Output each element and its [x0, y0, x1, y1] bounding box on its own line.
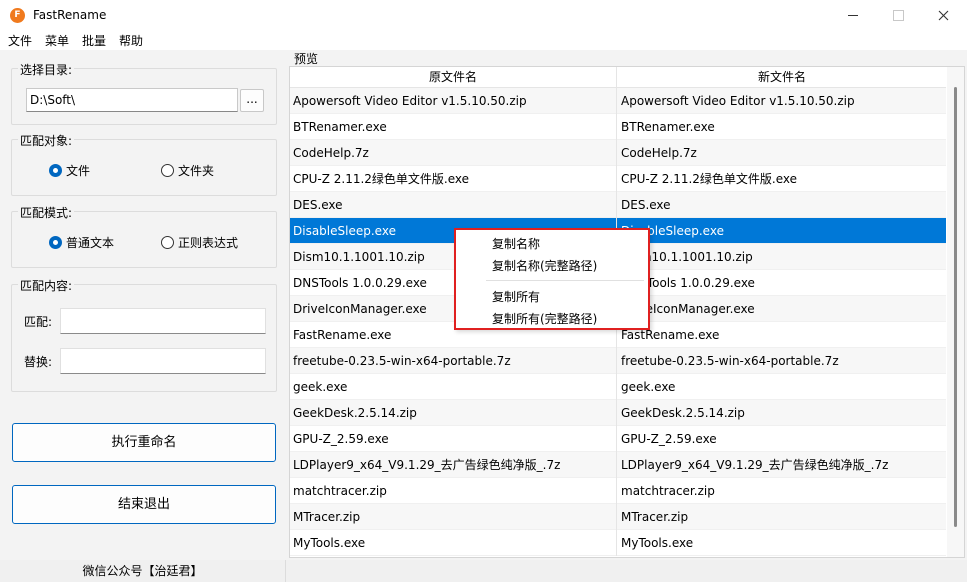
- replace-label: 替换:: [24, 355, 53, 369]
- table-row[interactable]: matchtracer.zip matchtracer.zip: [290, 478, 946, 504]
- ctx-copy-all[interactable]: 复制所有: [492, 288, 540, 305]
- cell-original-name: LDPlayer9_x64_V9.1.29_去广告绿色纯净版_.7z: [290, 452, 617, 478]
- radio-plain-text[interactable]: 普通文本: [49, 234, 114, 251]
- table-row[interactable]: MTracer.zip MTracer.zip: [290, 504, 946, 530]
- radio-folder[interactable]: 文件夹: [161, 162, 214, 179]
- table-row[interactable]: GPU-Z_2.59.exe GPU-Z_2.59.exe: [290, 426, 946, 452]
- close-button[interactable]: [920, 0, 966, 31]
- radio-file[interactable]: 文件: [49, 162, 90, 179]
- radio-regex-dot[interactable]: [161, 236, 174, 249]
- menu-bar: 文件 菜单 批量 帮助: [0, 31, 967, 50]
- radio-file-dot[interactable]: [49, 164, 62, 177]
- table-row[interactable]: BTRenamer.exe BTRenamer.exe: [290, 114, 946, 140]
- ctx-separator: [486, 280, 644, 281]
- radio-regex-label: 正则表达式: [178, 236, 239, 250]
- directory-group: 选择目录: D:\Soft\ ...: [11, 61, 277, 125]
- match-content-title: 匹配内容:: [18, 277, 75, 294]
- cell-new-name: freetube-0.23.5-win-x64-portable.7z: [621, 354, 839, 368]
- radio-regex[interactable]: 正则表达式: [161, 234, 238, 251]
- radio-folder-dot[interactable]: [161, 164, 174, 177]
- window-title: FastRename: [33, 8, 107, 22]
- table-row[interactable]: LDPlayer9_x64_V9.1.29_去广告绿色纯净版_.7z LDPlay…: [290, 452, 946, 478]
- cell-original-name: GeekDesk.2.5.14.zip: [290, 400, 617, 426]
- cell-original-name: Apowersoft Video Editor v1.5.10.50.zip: [290, 88, 617, 114]
- table-row[interactable]: Apowersoft Video Editor v1.5.10.50.zip Ap…: [290, 88, 946, 114]
- radio-plain-text-dot[interactable]: [49, 236, 62, 249]
- directory-group-title: 选择目录:: [18, 61, 75, 78]
- table-header: 原文件名 新文件名: [290, 67, 946, 88]
- cell-new-name: CodeHelp.7z: [621, 146, 697, 160]
- preview-label: 预览: [294, 52, 319, 66]
- cell-original-name: DES.exe: [290, 192, 617, 218]
- match-label: 匹配:: [24, 315, 53, 329]
- ctx-copy-name-full-path[interactable]: 复制名称(完整路径): [492, 257, 597, 274]
- directory-input[interactable]: D:\Soft\: [26, 88, 238, 112]
- cell-original-name: CodeHelp.7z: [290, 140, 617, 166]
- cell-new-name: DisableSleep.exe: [621, 224, 724, 238]
- replace-input[interactable]: [60, 348, 266, 374]
- cell-new-name: DNSTools 1.0.0.29.exe: [621, 276, 755, 290]
- radio-plain-text-label: 普通文本: [66, 236, 115, 250]
- cell-new-name: FastRename.exe: [621, 328, 720, 342]
- cell-new-name: Apowersoft Video Editor v1.5.10.50.zip: [621, 94, 855, 108]
- ctx-copy-all-full-path[interactable]: 复制所有(完整路径): [492, 310, 597, 327]
- cell-original-name: freetube-0.23.5-win-x64-portable.7z: [290, 348, 617, 374]
- cell-original-name: BTRenamer.exe: [290, 114, 617, 140]
- table-row[interactable]: GeekDesk.2.5.14.zip GeekDesk.2.5.14.zip: [290, 400, 946, 426]
- rename-button[interactable]: 执行重命名: [12, 423, 276, 462]
- minimize-button[interactable]: [830, 0, 876, 31]
- radio-file-label: 文件: [66, 164, 91, 178]
- status-bar: 微信公众号【治廷君】: [0, 560, 967, 582]
- context-menu: 复制名称 复制名称(完整路径) 复制所有 复制所有(完整路径): [454, 228, 650, 330]
- cell-new-name: geek.exe: [621, 380, 676, 394]
- cell-original-name: MTracer.zip: [290, 504, 617, 530]
- radio-folder-label: 文件夹: [178, 164, 215, 178]
- cell-new-name: CPU-Z 2.11.2绿色单文件版.exe: [621, 172, 798, 186]
- cell-original-name: CPU-Z 2.11.2绿色单文件版.exe: [290, 166, 617, 192]
- scrollbar-thumb[interactable]: [954, 87, 957, 527]
- match-target-group: 匹配对象: 文件 文件夹: [11, 132, 277, 196]
- cell-new-name: BTRenamer.exe: [621, 120, 715, 134]
- vertical-scrollbar[interactable]: [947, 67, 964, 557]
- cell-new-name: GPU-Z_2.59.exe: [621, 432, 717, 446]
- ctx-copy-name[interactable]: 复制名称: [492, 235, 540, 252]
- table-row[interactable]: DES.exe DES.exe: [290, 192, 946, 218]
- menu-help[interactable]: 帮助: [119, 32, 143, 49]
- table-row[interactable]: freetube-0.23.5-win-x64-portable.7z freet…: [290, 348, 946, 374]
- cell-new-name: matchtracer.zip: [621, 484, 715, 498]
- match-content-group: 匹配内容: 匹配: 替换:: [11, 277, 277, 392]
- cell-original-name: GPU-Z_2.59.exe: [290, 426, 617, 452]
- column-original-name[interactable]: 原文件名: [290, 67, 617, 88]
- match-mode-title: 匹配模式:: [18, 204, 75, 221]
- cell-new-name: Dism10.1.1001.10.zip: [621, 250, 753, 264]
- cell-original-name: matchtracer.zip: [290, 478, 617, 504]
- match-input[interactable]: [60, 308, 266, 334]
- cell-original-name: geek.exe: [290, 374, 617, 400]
- cell-new-name: MyTools.exe: [621, 536, 694, 550]
- table-row[interactable]: MyTools.exe MyTools.exe: [290, 530, 946, 556]
- cell-new-name: MTracer.zip: [621, 510, 689, 524]
- app-icon: F: [10, 8, 25, 23]
- cell-new-name: GeekDesk.2.5.14.zip: [621, 406, 745, 420]
- status-text: 微信公众号【治廷君】: [0, 560, 286, 582]
- table-row[interactable]: CodeHelp.7z CodeHelp.7z: [290, 140, 946, 166]
- menu-menu[interactable]: 菜单: [45, 32, 69, 49]
- title-bar: F FastRename: [0, 0, 967, 31]
- match-target-title: 匹配对象:: [18, 132, 75, 149]
- cell-original-name: MyTools.exe: [290, 530, 617, 556]
- cell-new-name: DriveIconManager.exe: [621, 302, 755, 316]
- match-mode-group: 匹配模式: 普通文本 正则表达式: [11, 204, 277, 268]
- table-row[interactable]: CPU-Z 2.11.2绿色单文件版.exe CPU-Z 2.11.2绿色单文件版…: [290, 166, 946, 192]
- browse-button[interactable]: ...: [240, 89, 264, 112]
- cell-new-name: LDPlayer9_x64_V9.1.29_去广告绿色纯净版_.7z: [621, 458, 889, 472]
- table-row[interactable]: geek.exe geek.exe: [290, 374, 946, 400]
- maximize-button[interactable]: [875, 0, 921, 31]
- column-new-name[interactable]: 新文件名: [618, 67, 946, 88]
- cell-new-name: DES.exe: [621, 198, 671, 212]
- exit-button[interactable]: 结束退出: [12, 485, 276, 524]
- menu-batch[interactable]: 批量: [82, 32, 106, 49]
- close-icon: [938, 10, 948, 21]
- menu-file[interactable]: 文件: [8, 32, 32, 49]
